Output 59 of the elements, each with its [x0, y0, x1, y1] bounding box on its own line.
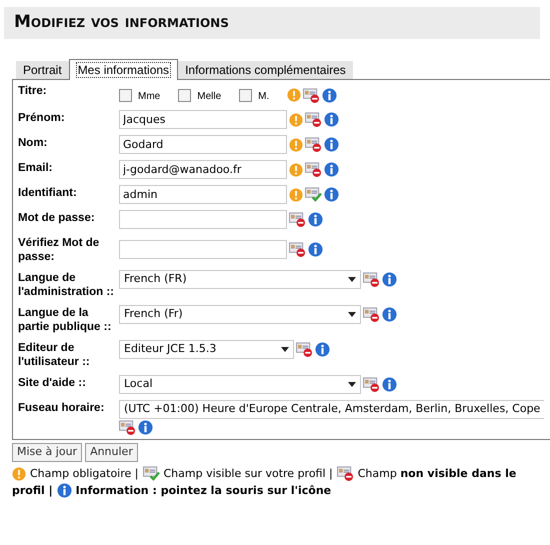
text-field[interactable]	[119, 210, 287, 229]
legend-text: Champ visible sur votre profil |	[164, 466, 333, 482]
card-minus-icon	[336, 466, 354, 481]
dropdown[interactable]: French (FR)	[119, 270, 361, 289]
form-button[interactable]: Mise à jour	[12, 443, 82, 462]
exclamation-icon	[12, 466, 26, 480]
info-icon	[324, 187, 339, 202]
info-icon	[56, 483, 72, 498]
field-label: Identifiant:	[18, 186, 78, 201]
text-field[interactable]: j-godard@wanadoo.fr	[119, 160, 287, 179]
info-icon	[308, 242, 323, 257]
field-label: Titre:	[18, 84, 48, 99]
dropdown[interactable]: (UTC +01:00) Heure d'Europe Centrale, Amsterdam, Berlin, Bruxelles, Cope	[119, 400, 544, 419]
dropdown[interactable]: French (Fr)	[119, 305, 361, 324]
text-field[interactable]: Godard	[119, 135, 287, 154]
legend-text: profil |	[12, 483, 53, 499]
info-icon	[308, 212, 323, 227]
dropdown-caret-icon	[281, 347, 289, 352]
info-icon	[324, 137, 339, 152]
legend-text: Champ non visible dans le	[358, 466, 516, 482]
dropdown-caret-icon	[348, 312, 356, 317]
checkbox-label: M.	[258, 90, 270, 104]
tab[interactable]: Portrait	[16, 61, 69, 79]
checkbox[interactable]	[119, 88, 132, 102]
field-label: Fuseau horaire:	[18, 401, 106, 416]
info-icon	[324, 162, 339, 177]
field-label: Mot de passe:	[18, 211, 96, 226]
form-button[interactable]: Annuler	[85, 443, 138, 462]
info-icon	[382, 307, 397, 322]
checkbox[interactable]	[178, 88, 192, 102]
text-field[interactable]: admin	[119, 185, 287, 204]
checkbox-label: Melle	[197, 90, 222, 104]
field-label: Editeur de l'utilisateur ::	[18, 341, 91, 369]
info-icon	[324, 112, 339, 127]
field-label: Nom:	[18, 136, 48, 151]
field-label: Langue de l'administration ::	[18, 271, 116, 299]
info-icon	[315, 342, 330, 357]
card-check-icon	[142, 466, 160, 481]
field-label: Vérifiez Mot de passe:	[18, 236, 100, 264]
text-field[interactable]	[119, 240, 287, 259]
info-icon	[382, 377, 397, 392]
info-icon	[138, 420, 153, 435]
field-label: Email:	[18, 161, 54, 176]
field-label: Site d'aide ::	[18, 376, 87, 391]
legend-text: Information : pointez la souris sur l'icône	[76, 483, 332, 499]
legend-text: Champ obligatoire |	[30, 466, 138, 482]
dropdown-caret-icon	[348, 277, 356, 282]
checkbox-label: Mme	[138, 90, 162, 104]
tab[interactable]: Informations complémentaires	[178, 61, 353, 79]
field-label: Prénom:	[18, 111, 66, 126]
page-title: Modifiez vos informations	[14, 11, 229, 34]
checkbox[interactable]	[239, 88, 252, 102]
field-label: Langue de la partie publique ::	[18, 306, 112, 334]
dropdown[interactable]: Local	[119, 375, 361, 394]
dropdown[interactable]: Editeur JCE 1.5.3	[119, 340, 294, 359]
dropdown-caret-icon	[348, 382, 356, 387]
tab[interactable]: Mes informations	[68, 59, 178, 80]
info-icon	[382, 272, 397, 287]
info-icon	[322, 88, 338, 102]
